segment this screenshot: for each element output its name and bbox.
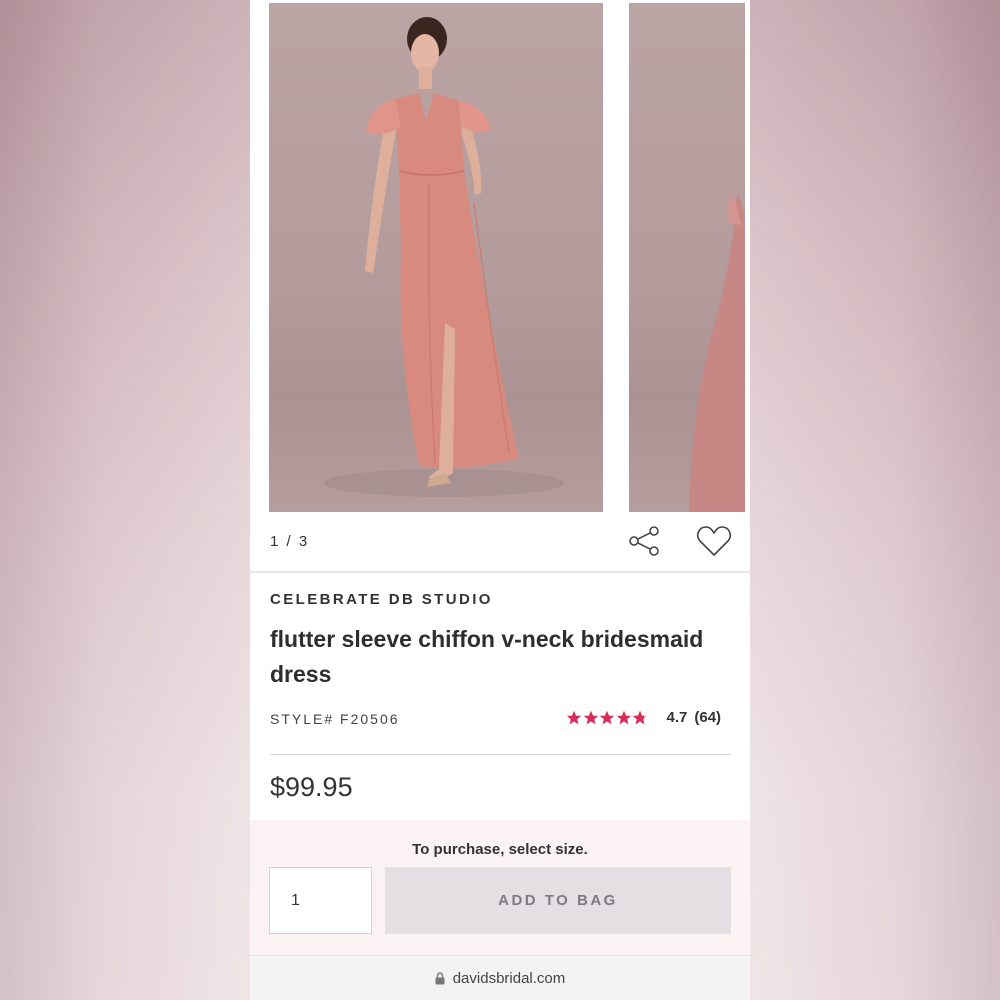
product-image-gallery[interactable] bbox=[250, 0, 750, 515]
brand-name[interactable]: CELEBRATE DB STUDIO bbox=[270, 591, 493, 608]
mobile-page: 1 / 3 CELEBRATE DB STUDIO flutter sleeve… bbox=[250, 0, 750, 1000]
browser-url-bar[interactable]: davidsbridal.com bbox=[250, 955, 750, 1000]
star-icon bbox=[583, 710, 598, 724]
purchase-panel: To purchase, select size. ADD TO BAG bbox=[250, 820, 750, 955]
rating-value: 4.7 bbox=[666, 709, 688, 726]
background-blur-left bbox=[0, 0, 250, 1000]
heart-icon bbox=[697, 526, 731, 556]
rating-stars bbox=[566, 710, 649, 726]
url-text: davidsbridal.com bbox=[452, 969, 566, 987]
style-number: STYLE# F20506 bbox=[270, 711, 400, 727]
product-image-main[interactable] bbox=[269, 3, 603, 512]
add-to-bag-button[interactable]: ADD TO BAG bbox=[385, 867, 731, 934]
share-button[interactable] bbox=[624, 523, 664, 559]
star-icon bbox=[599, 710, 615, 724]
product-price: $99.95 bbox=[270, 772, 353, 802]
image-counter: 1 / 3 bbox=[270, 533, 310, 550]
section-divider bbox=[270, 754, 731, 755]
gallery-toolbar: 1 / 3 bbox=[250, 515, 750, 571]
quantity-input[interactable] bbox=[269, 867, 372, 934]
model-side-illustration bbox=[689, 193, 745, 512]
star-icon bbox=[566, 710, 582, 724]
product-image-next[interactable] bbox=[629, 3, 745, 512]
favorite-button[interactable] bbox=[694, 522, 734, 560]
star-icon bbox=[616, 710, 631, 724]
star-half-icon bbox=[632, 710, 648, 724]
background-blur-right bbox=[750, 0, 1000, 1000]
purchase-message: To purchase, select size. bbox=[412, 841, 588, 858]
model-front-illustration bbox=[324, 17, 564, 497]
share-icon bbox=[629, 526, 659, 556]
product-title: flutter sleeve chiffon v-neck bridesmaid… bbox=[270, 626, 704, 687]
review-count[interactable]: (64) bbox=[694, 709, 721, 726]
lock-icon bbox=[435, 971, 445, 985]
product-rating[interactable]: 4.7 (64) bbox=[566, 709, 721, 726]
section-divider bbox=[250, 571, 750, 573]
